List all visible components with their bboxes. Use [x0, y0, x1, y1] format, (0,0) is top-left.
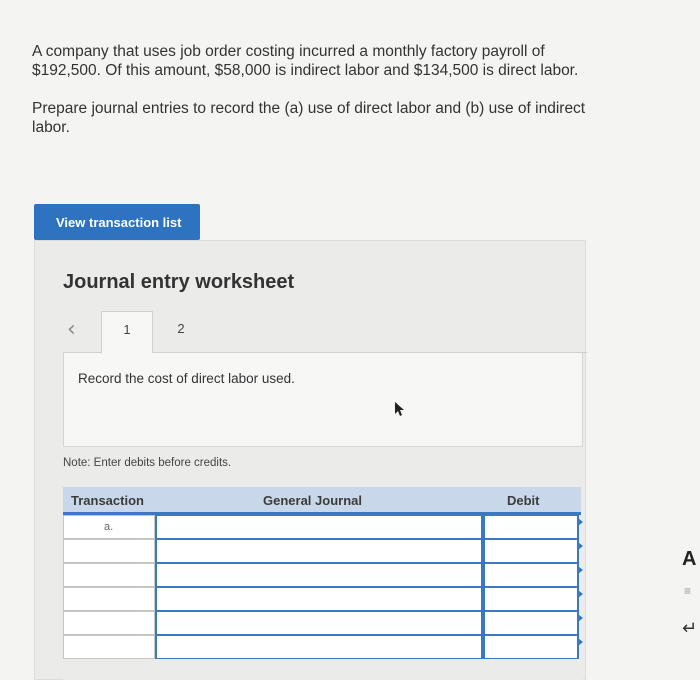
question-paragraph-1: A company that uses job order costing in…: [32, 43, 579, 79]
table-row: [63, 587, 583, 611]
header-transaction: Transaction: [63, 487, 155, 515]
transaction-cell: [63, 587, 155, 611]
view-transaction-list-button[interactable]: View transaction list: [34, 204, 200, 240]
general-journal-input[interactable]: [155, 563, 483, 587]
table-row: a.: [63, 515, 583, 539]
instruction-panel: Record the cost of direct labor used.: [63, 353, 583, 447]
transaction-cell: [63, 539, 155, 563]
header-debit: Debit: [483, 487, 581, 515]
debit-input[interactable]: [483, 515, 583, 539]
header-general-journal: General Journal: [155, 487, 483, 515]
table-row: [63, 563, 583, 587]
mouse-cursor-icon: [395, 402, 404, 416]
transaction-cell: [63, 635, 155, 659]
equals-icon[interactable]: ≡: [684, 584, 691, 598]
general-journal-input[interactable]: [155, 587, 483, 611]
transaction-cell: [63, 563, 155, 587]
table-row: [63, 611, 583, 635]
debit-input[interactable]: [483, 563, 583, 587]
general-journal-input[interactable]: [155, 515, 483, 539]
debit-input[interactable]: [483, 539, 583, 563]
journal-entry-worksheet: Journal entry worksheet ‹ 1 2 Record the…: [34, 240, 587, 680]
general-journal-input[interactable]: [155, 635, 483, 659]
question-text: A company that uses job order costing in…: [32, 42, 592, 156]
debit-input[interactable]: [483, 611, 583, 635]
debit-input[interactable]: [483, 635, 583, 659]
worksheet-title: Journal entry worksheet: [63, 271, 295, 293]
debit-input[interactable]: [483, 587, 583, 611]
table-row: [63, 635, 583, 659]
return-arrow-icon[interactable]: ↵: [682, 618, 697, 639]
note-text: Note: Enter debits before credits.: [63, 457, 232, 469]
general-journal-input[interactable]: [155, 539, 483, 563]
tab-2[interactable]: 2: [155, 311, 207, 354]
chevron-left-icon[interactable]: ‹: [67, 317, 76, 342]
question-paragraph-2: Prepare journal entries to record the (a…: [32, 100, 586, 136]
side-letter: A: [682, 548, 697, 570]
tab-1[interactable]: 1: [101, 311, 153, 354]
transaction-cell: a.: [63, 515, 155, 539]
general-journal-input[interactable]: [155, 611, 483, 635]
transaction-cell: [63, 611, 155, 635]
journal-table: Transaction General Journal Debit a.: [63, 487, 583, 680]
instruction-text: Record the cost of direct labor used.: [78, 371, 295, 386]
worksheet-tabs: ‹ 1 2: [63, 311, 587, 354]
table-row: [63, 539, 583, 563]
